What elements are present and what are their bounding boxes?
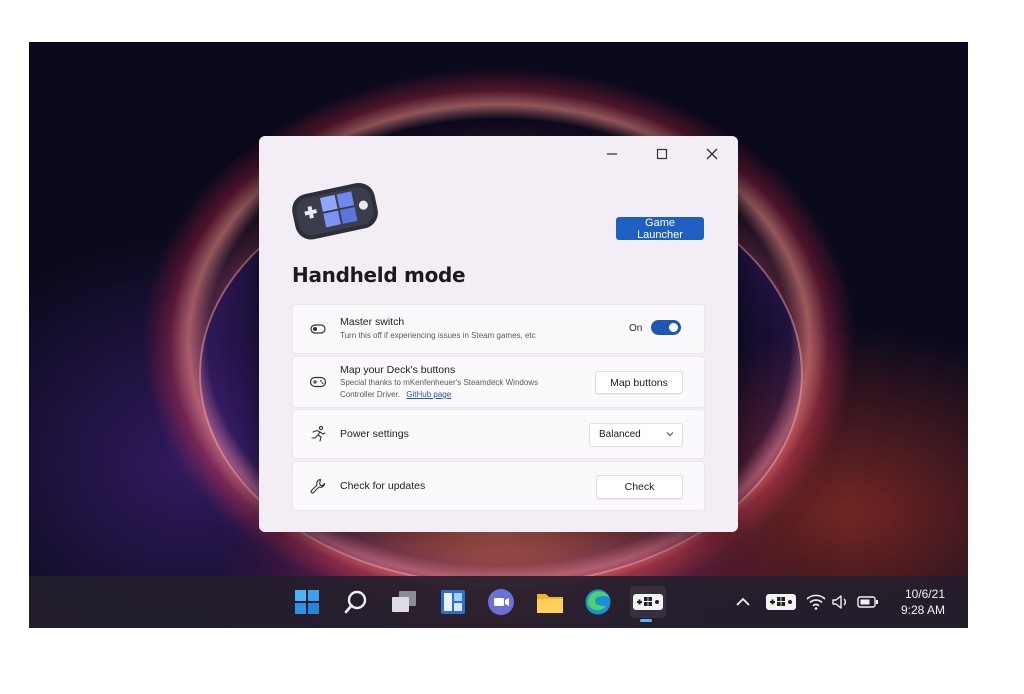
master-switch-card: Master switch Turn this off if experienc… [292,304,705,354]
toggle-knob [669,323,678,332]
tray-controller-icon [766,594,796,610]
github-page-link[interactable]: GitHub page [406,390,451,399]
handheld-mode-window: Game Launcher Handheld mode Master switc… [259,136,738,532]
running-person-icon [311,425,326,442]
task-view-icon [392,591,416,612]
minimize-icon [607,153,617,155]
windows-logo-icon [295,590,319,614]
master-switch-toggle[interactable] [651,320,681,335]
minimize-button[interactable] [597,144,627,164]
start-button[interactable] [291,586,323,618]
edge-browser-icon [585,589,611,615]
updates-title: Check for updates [340,480,426,492]
battery-icon [857,596,878,608]
wrench-icon [310,478,326,494]
taskbar-clock[interactable]: 10/6/21 9:28 AM [895,586,945,618]
battery-button[interactable] [857,592,879,612]
gamepad-icon [309,376,327,388]
widgets-button[interactable] [437,586,469,618]
tray-handheld-button[interactable] [764,592,798,612]
power-mode-value: Balanced [599,429,641,440]
teams-chat-icon [488,589,514,615]
task-view-button[interactable] [388,586,420,618]
widgets-icon [441,590,465,614]
handheld-companion-button[interactable] [630,586,666,622]
chat-button[interactable] [485,586,517,618]
map-buttons-button[interactable]: Map buttons [595,371,683,394]
close-icon [706,148,718,160]
speaker-icon [832,595,846,609]
game-launcher-button[interactable]: Game Launcher [616,217,704,241]
maximize-button[interactable] [647,144,677,164]
map-buttons-card: Map your Deck's buttons Special thanks t… [292,356,705,408]
chevron-up-icon [736,597,750,606]
wifi-button[interactable] [805,592,827,612]
master-switch-title: Master switch [340,316,405,328]
toggle-state-label: On [629,323,643,334]
toggle-switch-icon [310,324,326,334]
wifi-icon [806,594,826,610]
search-icon [344,590,367,614]
edge-button[interactable] [582,586,614,618]
master-switch-desc: Turn this off if experiencing issues in … [340,331,536,340]
page-title: Handheld mode [292,263,466,287]
folder-icon [537,594,563,613]
map-buttons-title: Map your Deck's buttons [340,364,456,376]
power-settings-card: Power settings Balanced [292,409,705,459]
show-hidden-icons-button[interactable] [732,592,754,612]
power-mode-select[interactable]: Balanced [589,423,683,447]
close-button[interactable] [697,144,727,164]
file-explorer-button[interactable] [534,586,566,618]
clock-time: 9:28 AM [900,603,945,617]
search-button[interactable] [340,586,372,618]
power-settings-title: Power settings [340,428,409,440]
clock-date: 10/6/21 [904,587,945,601]
chevron-down-icon [666,432,674,437]
updates-card: Check for updates Check [292,461,705,511]
maximize-icon [656,148,668,160]
volume-button[interactable] [830,592,852,612]
handheld-device-logo-icon [292,182,378,240]
taskbar: 10/6/21 9:28 AM [29,576,968,628]
map-buttons-desc: Special thanks to mKenfenheuer's Steamde… [340,377,565,401]
handheld-controller-icon [633,594,663,610]
check-updates-button[interactable]: Check [596,475,683,499]
